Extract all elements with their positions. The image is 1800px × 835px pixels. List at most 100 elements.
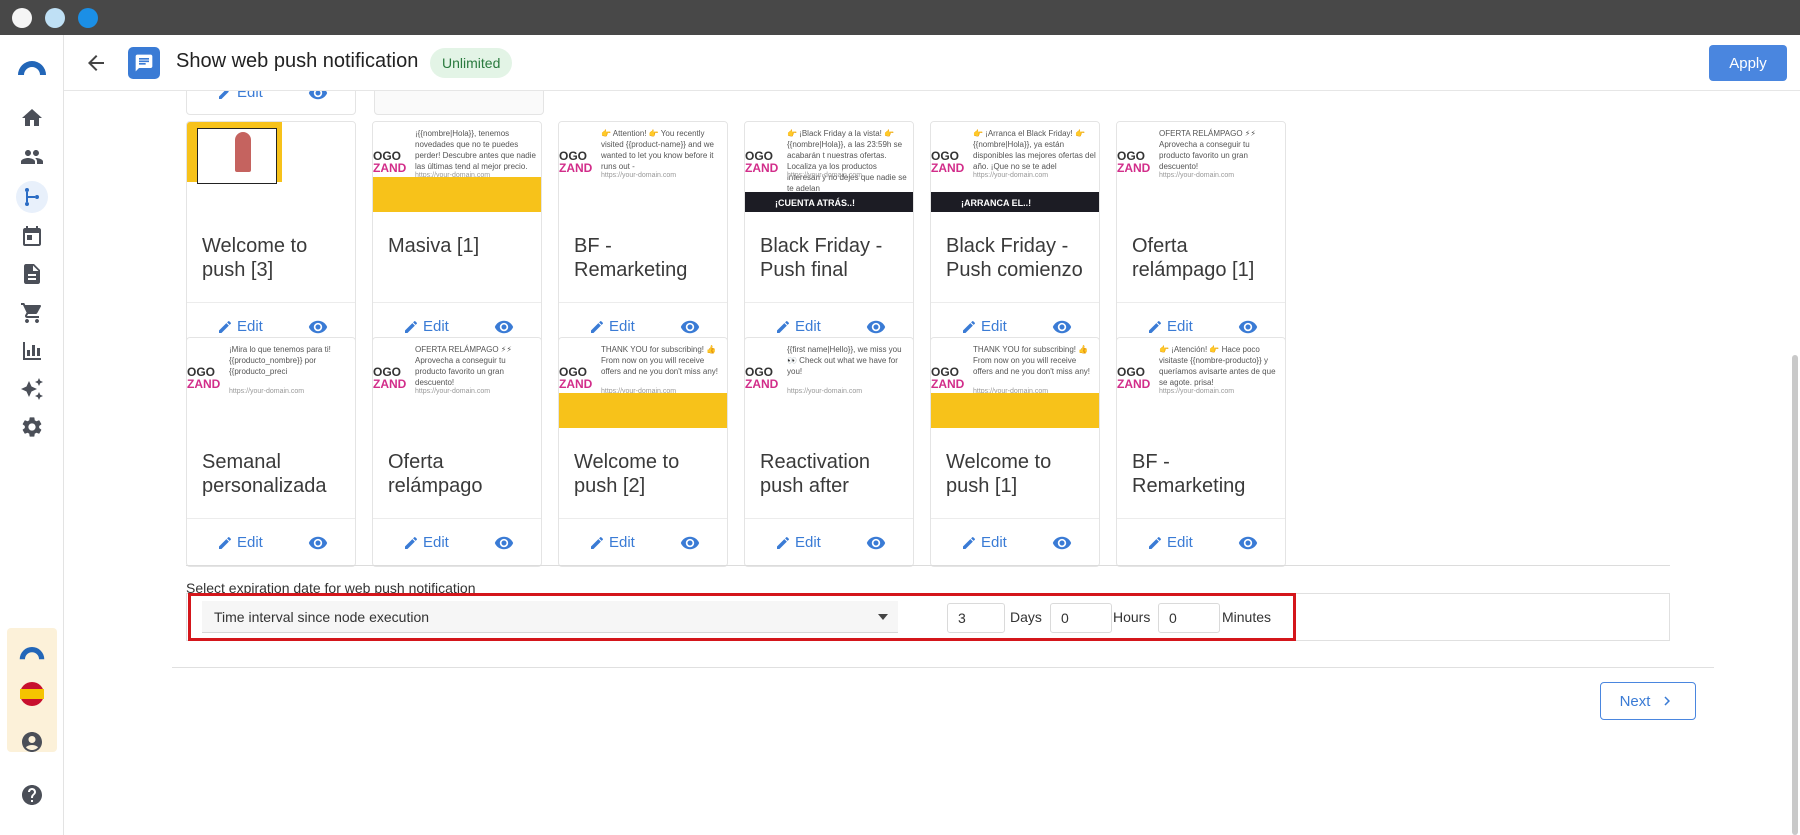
window-close-dot[interactable] bbox=[12, 8, 32, 28]
brand-logo-icon bbox=[19, 647, 45, 660]
apply-button[interactable]: Apply bbox=[1709, 45, 1787, 81]
notification-preview-url: https://your-domain.com bbox=[787, 172, 863, 179]
preview-eye-icon[interactable] bbox=[1237, 533, 1259, 553]
next-button[interactable]: Next bbox=[1600, 682, 1696, 720]
footer-divider bbox=[172, 667, 1714, 668]
template-card[interactable]: OGO ZAND THANK YOU for subscribing! 👍 From… bbox=[558, 337, 728, 567]
brand-logo-text: OGO ZAND bbox=[745, 149, 779, 175]
nav-settings[interactable] bbox=[18, 413, 46, 441]
pencil-icon bbox=[219, 91, 229, 99]
template-card[interactable]: OGO ZAND 👉 ¡Atención! 👉 Hace poco visitast… bbox=[1116, 337, 1286, 567]
template-name: Oferta relámpago [1] bbox=[1132, 235, 1255, 281]
page-header: Show web push notification Unlimited App… bbox=[64, 35, 1800, 91]
template-thumbnail: OGO ZAND OFERTA RELÁMPAGO ⚡⚡ Aprovecha a c… bbox=[1117, 122, 1285, 227]
preview-eye-icon[interactable] bbox=[865, 317, 887, 337]
brand-logo-text: OGO ZAND bbox=[187, 365, 221, 391]
window-minimize-dot[interactable] bbox=[45, 8, 65, 28]
template-name: Masiva [1] bbox=[388, 235, 480, 257]
nav-analytics[interactable] bbox=[18, 337, 46, 365]
edit-button[interactable]: Edit bbox=[403, 534, 449, 551]
template-thumbnail: OGO ZAND ¡Mira lo que tenemos para ti! {{p… bbox=[187, 338, 355, 443]
app-logo-icon[interactable] bbox=[16, 53, 48, 85]
nav-home[interactable] bbox=[18, 104, 46, 132]
template-card[interactable]: OGO ZAND ¡Mira lo que tenemos para ti! {{p… bbox=[186, 337, 356, 567]
preview-eye-icon[interactable] bbox=[493, 533, 515, 553]
expiration-mode-value: Time interval since node execution bbox=[214, 609, 430, 625]
preview-eye-icon[interactable] bbox=[679, 533, 701, 553]
minutes-input[interactable]: 0 bbox=[1158, 603, 1220, 633]
hours-input[interactable]: 0 bbox=[1050, 603, 1112, 633]
preview-eye-icon[interactable] bbox=[307, 91, 329, 103]
template-name: Black Friday - Push comienzo bbox=[946, 235, 1083, 281]
preview-eye-icon[interactable] bbox=[1051, 317, 1073, 337]
document-icon bbox=[24, 264, 40, 284]
window-maximize-dot[interactable] bbox=[78, 8, 98, 28]
edit-button[interactable]: Edit bbox=[217, 318, 263, 335]
nav-calendar[interactable] bbox=[18, 222, 46, 250]
template-thumbnail: OGO ZAND 👉 ¡Atención! 👉 Hace poco visitast… bbox=[1117, 338, 1285, 443]
window-titlebar bbox=[0, 0, 1800, 35]
template-card[interactable]: OGO ZAND 👉 Attention! 👉 You recently visit… bbox=[558, 121, 728, 351]
nav-help[interactable] bbox=[18, 781, 46, 809]
section-divider bbox=[186, 565, 1670, 566]
edit-button[interactable]: Edit bbox=[1147, 318, 1193, 335]
days-input[interactable]: 3 bbox=[947, 603, 1005, 633]
template-card[interactable]: OGO ZAND 👉 ¡Black Friday a la vista! 👉 {{n… bbox=[744, 121, 914, 351]
flow-icon bbox=[25, 188, 39, 206]
pencil-icon bbox=[777, 320, 790, 333]
hours-label: Hours bbox=[1113, 609, 1151, 625]
edit-button[interactable]: Edit bbox=[961, 534, 1007, 551]
preview-eye-icon[interactable] bbox=[679, 317, 701, 337]
template-name: Oferta relámpago bbox=[388, 451, 483, 497]
notification-preview-url: https://your-domain.com bbox=[787, 388, 863, 395]
nav-ai[interactable] bbox=[18, 375, 46, 403]
edit-button[interactable]: Edit bbox=[217, 91, 263, 101]
expiration-mode-select[interactable]: Time interval since node execution bbox=[202, 601, 898, 633]
preview-eye-icon[interactable] bbox=[493, 317, 515, 337]
preview-eye-icon[interactable] bbox=[865, 533, 887, 553]
template-name: Welcome to push [1] bbox=[946, 451, 1052, 497]
preview-eye-icon[interactable] bbox=[307, 317, 329, 337]
edit-button[interactable]: Edit bbox=[961, 318, 1007, 335]
edit-button[interactable]: Edit bbox=[403, 318, 449, 335]
template-card[interactable]: Welcome to push [3] Edit bbox=[186, 121, 356, 351]
edit-button[interactable]: Edit bbox=[1147, 534, 1193, 551]
brand-logo-text: OGO ZAND bbox=[1117, 149, 1151, 175]
template-name: Welcome to push [2] bbox=[574, 451, 680, 497]
edit-button[interactable]: Edit bbox=[775, 318, 821, 335]
template-card[interactable]: OGO ZAND 👉 ¡Arranca el Black Friday! 👉 {{n… bbox=[930, 121, 1100, 351]
template-name: Reactivation push after bbox=[760, 451, 871, 497]
template-card[interactable]: OGO ZAND OFERTA RELÁMPAGO ⚡⚡ Aprovecha a c… bbox=[1116, 121, 1286, 351]
nav-documents[interactable] bbox=[18, 260, 46, 288]
template-name: BF - Remarketing bbox=[574, 235, 688, 281]
edit-button[interactable]: Edit bbox=[775, 534, 821, 551]
template-thumbnail: OGO ZAND THANK YOU for subscribing! 👍 From… bbox=[559, 338, 727, 443]
edit-button[interactable]: Edit bbox=[589, 534, 635, 551]
notification-preview-text: OFERTA RELÁMPAGO ⚡⚡ Aprovecha a consegui… bbox=[415, 345, 513, 387]
nav-contacts[interactable] bbox=[18, 143, 46, 171]
page-scrollbar[interactable] bbox=[1792, 355, 1798, 835]
edit-button[interactable]: Edit bbox=[217, 534, 263, 551]
card-actions: Edit bbox=[373, 518, 541, 566]
brand-logo-text: OGO ZAND bbox=[745, 365, 779, 391]
template-card[interactable]: OGO ZAND {{first name|Hello}}, we miss you… bbox=[744, 337, 914, 567]
template-thumbnail: OGO ZAND THANK YOU for subscribing! 👍 From… bbox=[931, 338, 1099, 443]
back-arrow-icon[interactable] bbox=[84, 51, 108, 75]
nav-account[interactable] bbox=[18, 728, 46, 756]
edit-button[interactable]: Edit bbox=[589, 318, 635, 335]
notification-preview-url: https://your-domain.com bbox=[415, 388, 491, 395]
notification-preview-text: ¡Mira lo que tenemos para ti! {{producto… bbox=[229, 345, 331, 376]
notification-preview-text: 👉 Attention! 👉 You recently visited {{pr… bbox=[601, 129, 714, 171]
nav-ecommerce[interactable] bbox=[18, 299, 46, 327]
preview-eye-icon[interactable] bbox=[1237, 317, 1259, 337]
template-card[interactable]: OGO ZAND ¡{{nombre|Hola}}, tenemos novedad… bbox=[372, 121, 542, 351]
card-actions: Edit bbox=[187, 518, 355, 566]
preview-eye-icon[interactable] bbox=[1051, 533, 1073, 553]
template-card[interactable]: OGO ZAND OFERTA RELÁMPAGO ⚡⚡ Aprovecha a c… bbox=[372, 337, 542, 567]
notification-preview-text: ¡{{nombre|Hola}}, tenemos novedades que … bbox=[415, 129, 536, 171]
preview-eye-icon[interactable] bbox=[307, 533, 329, 553]
nav-flows[interactable] bbox=[16, 181, 48, 213]
template-card[interactable]: OGO ZAND THANK YOU for subscribing! 👍 From… bbox=[930, 337, 1100, 567]
template-thumbnail: OGO ZAND {{first name|Hello}}, we miss you… bbox=[745, 338, 913, 443]
template-thumbnail: OGO ZAND ¡{{nombre|Hola}}, tenemos novedad… bbox=[373, 122, 541, 227]
